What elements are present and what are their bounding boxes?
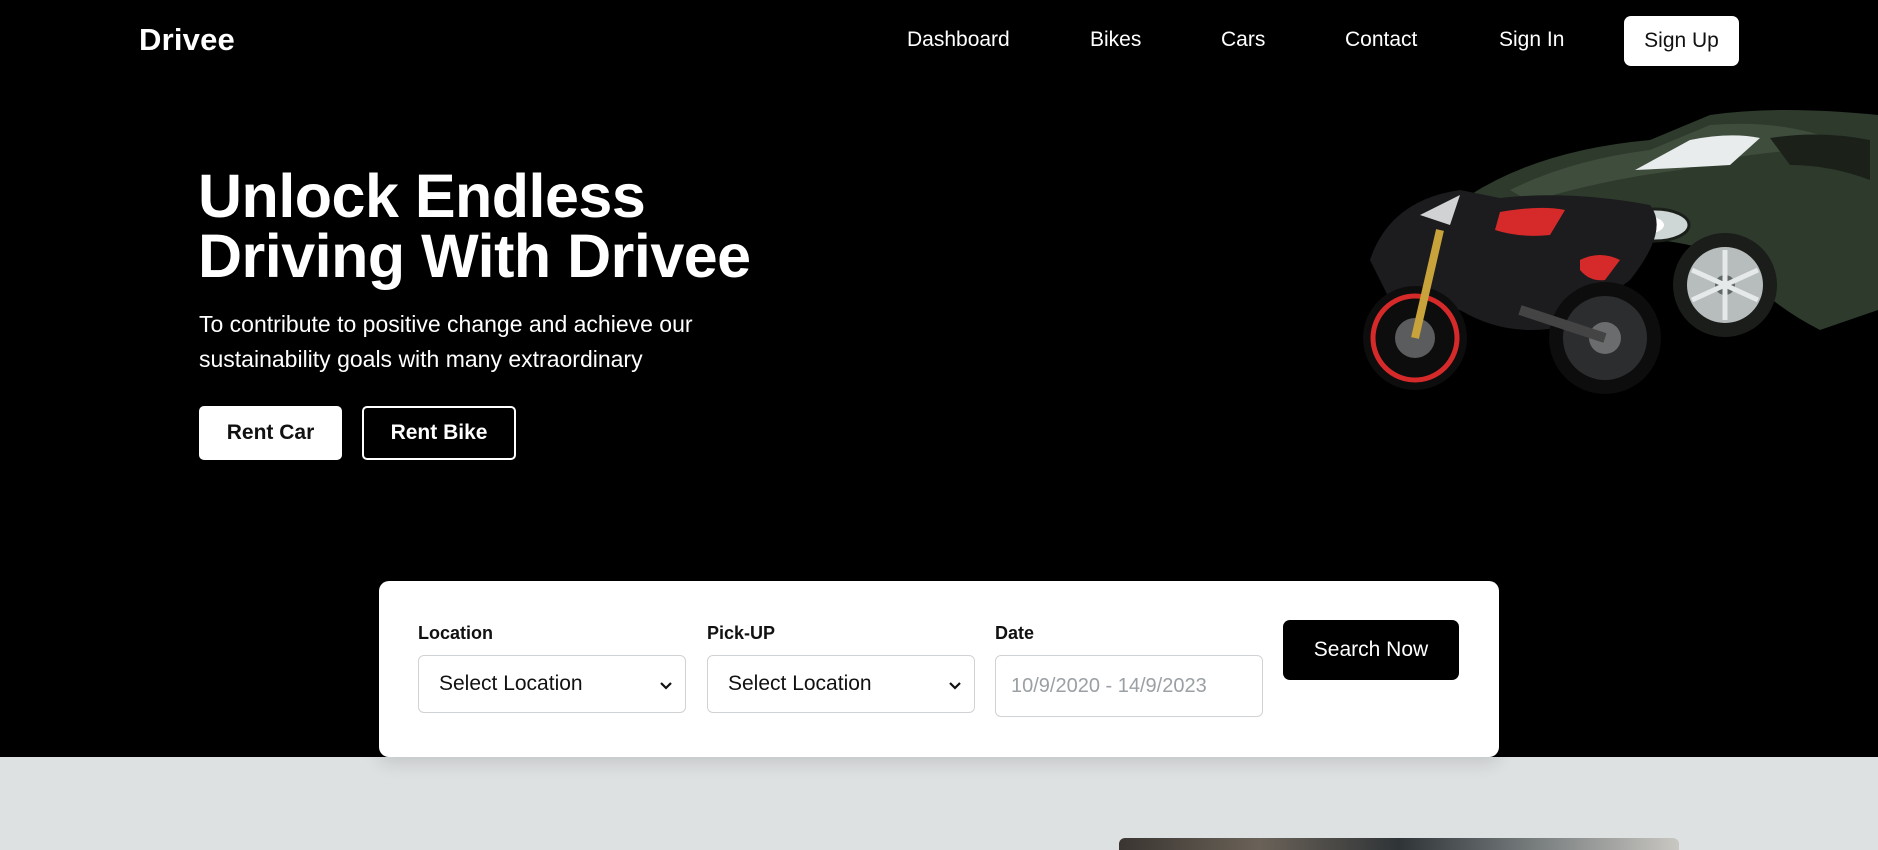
pickup-select-value: Select Location: [728, 672, 872, 695]
location-label: Location: [418, 623, 493, 643]
car-and-motorcycle-illustration: [1363, 110, 1878, 394]
location-select[interactable]: Select Location: [418, 655, 686, 713]
nav-link-contact[interactable]: Contact: [1345, 28, 1417, 52]
featured-vehicle-image: [1119, 838, 1679, 850]
top-nav: Drivee Dashboard Bikes Cars Contact Sign…: [0, 0, 1878, 82]
chevron-down-icon: [949, 682, 961, 690]
lower-section-background: [0, 757, 1878, 850]
search-card: Location Select Location Pick-UP Select …: [379, 581, 1499, 757]
nav-link-dashboard[interactable]: Dashboard: [907, 28, 1010, 52]
rent-bike-button[interactable]: Rent Bike: [362, 406, 516, 460]
sign-up-button[interactable]: Sign Up: [1624, 16, 1739, 66]
chevron-down-icon: [660, 682, 672, 690]
location-select-value: Select Location: [439, 672, 583, 695]
pickup-label: Pick-UP: [707, 623, 776, 643]
rent-car-button[interactable]: Rent Car: [199, 406, 342, 460]
pickup-select[interactable]: Select Location: [707, 655, 975, 713]
hero-subtitle: To contribute to positive change and ach…: [199, 311, 693, 372]
nav-link-sign-in[interactable]: Sign In: [1499, 28, 1564, 52]
hero-title: Unlock Endless Driving With Drivee: [198, 162, 751, 290]
date-label: Date: [995, 623, 1035, 643]
search-now-button[interactable]: Search Now: [1283, 620, 1459, 680]
nav-link-bikes[interactable]: Bikes: [1090, 28, 1141, 52]
hero-title-line-1: Unlock Endless: [198, 162, 646, 230]
hero-title-line-2: Driving With Drivee: [198, 222, 751, 290]
page: Drivee Dashboard Bikes Cars Contact Sign…: [0, 0, 1878, 850]
brand-logo[interactable]: Drivee: [139, 22, 235, 58]
date-range-input[interactable]: [995, 655, 1263, 717]
nav-link-cars[interactable]: Cars: [1221, 28, 1265, 52]
